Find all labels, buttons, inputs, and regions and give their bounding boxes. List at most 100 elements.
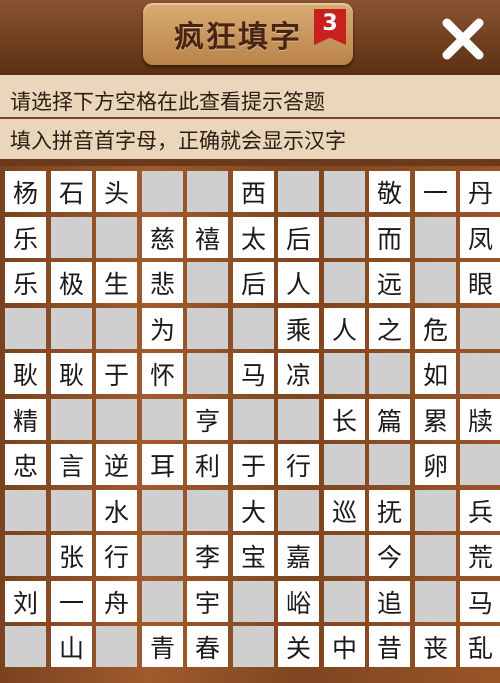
grid-cell-filled[interactable]: 敬	[369, 171, 410, 212]
grid-cell-filled[interactable]: 一	[415, 171, 456, 212]
grid-cell-filled[interactable]: 乐	[5, 217, 46, 258]
grid-cell-filled[interactable]: 杨	[5, 171, 46, 212]
grid-cell-filled[interactable]: 太	[233, 217, 274, 258]
grid-cell-blank[interactable]	[142, 399, 183, 440]
grid-cell-blank[interactable]	[51, 308, 92, 349]
grid-cell-blank[interactable]	[51, 399, 92, 440]
grid-cell-filled[interactable]: 危	[415, 308, 456, 349]
grid-cell-filled[interactable]: 乱	[460, 626, 500, 667]
grid-cell-filled[interactable]: 生	[96, 262, 137, 303]
grid-cell-filled[interactable]: 为	[142, 308, 183, 349]
grid-cell-filled[interactable]: 行	[96, 535, 137, 576]
grid-cell-blank[interactable]	[324, 353, 365, 394]
grid-cell-filled[interactable]: 昔	[369, 626, 410, 667]
grid-cell-blank[interactable]	[51, 217, 92, 258]
grid-cell-blank[interactable]	[5, 626, 46, 667]
grid-cell-blank[interactable]	[369, 444, 410, 485]
grid-cell-filled[interactable]: 春	[187, 626, 228, 667]
grid-cell-filled[interactable]: 青	[142, 626, 183, 667]
grid-cell-blank[interactable]	[324, 171, 365, 212]
grid-cell-filled[interactable]: 之	[369, 308, 410, 349]
grid-cell-blank[interactable]	[278, 399, 319, 440]
grid-cell-blank[interactable]	[5, 535, 46, 576]
grid-cell-blank[interactable]	[324, 262, 365, 303]
grid-cell-blank[interactable]	[278, 490, 319, 531]
grid-cell-blank[interactable]	[415, 217, 456, 258]
grid-cell-blank[interactable]	[369, 353, 410, 394]
grid-cell-filled[interactable]: 刘	[5, 581, 46, 622]
grid-cell-blank[interactable]	[51, 490, 92, 531]
grid-cell-filled[interactable]: 亨	[187, 399, 228, 440]
grid-cell-filled[interactable]: 宇	[187, 581, 228, 622]
grid-cell-blank[interactable]	[142, 490, 183, 531]
grid-cell-filled[interactable]: 兵	[460, 490, 500, 531]
close-button[interactable]	[438, 14, 488, 64]
grid-cell-filled[interactable]: 巡	[324, 490, 365, 531]
grid-cell-blank[interactable]	[142, 171, 183, 212]
grid-cell-filled[interactable]: 如	[415, 353, 456, 394]
grid-cell-filled[interactable]: 嘉	[278, 535, 319, 576]
grid-cell-filled[interactable]: 关	[278, 626, 319, 667]
grid-cell-filled[interactable]: 禧	[187, 217, 228, 258]
grid-cell-filled[interactable]: 马	[460, 581, 500, 622]
grid-cell-filled[interactable]: 人	[324, 308, 365, 349]
grid-cell-filled[interactable]: 耿	[51, 353, 92, 394]
grid-cell-blank[interactable]	[233, 399, 274, 440]
grid-cell-filled[interactable]: 丧	[415, 626, 456, 667]
grid-cell-blank[interactable]	[142, 535, 183, 576]
grid-cell-filled[interactable]: 悲	[142, 262, 183, 303]
grid-cell-blank[interactable]	[5, 490, 46, 531]
grid-cell-filled[interactable]: 于	[96, 353, 137, 394]
grid-cell-filled[interactable]: 后	[278, 217, 319, 258]
grid-cell-filled[interactable]: 于	[233, 444, 274, 485]
grid-cell-blank[interactable]	[460, 353, 500, 394]
grid-cell-blank[interactable]	[233, 308, 274, 349]
grid-cell-filled[interactable]: 大	[233, 490, 274, 531]
grid-cell-filled[interactable]: 言	[51, 444, 92, 485]
grid-cell-filled[interactable]: 今	[369, 535, 410, 576]
grid-cell-blank[interactable]	[324, 581, 365, 622]
grid-cell-blank[interactable]	[142, 581, 183, 622]
grid-cell-blank[interactable]	[415, 262, 456, 303]
grid-cell-filled[interactable]: 荒	[460, 535, 500, 576]
grid-cell-blank[interactable]	[187, 171, 228, 212]
grid-cell-blank[interactable]	[96, 308, 137, 349]
grid-cell-blank[interactable]	[187, 490, 228, 531]
grid-cell-blank[interactable]	[324, 535, 365, 576]
grid-cell-blank[interactable]	[187, 308, 228, 349]
grid-cell-filled[interactable]: 水	[96, 490, 137, 531]
grid-cell-filled[interactable]: 舟	[96, 581, 137, 622]
grid-cell-filled[interactable]: 头	[96, 171, 137, 212]
grid-cell-filled[interactable]: 卵	[415, 444, 456, 485]
grid-cell-filled[interactable]: 抚	[369, 490, 410, 531]
grid-cell-blank[interactable]	[187, 353, 228, 394]
grid-cell-filled[interactable]: 峪	[278, 581, 319, 622]
grid-cell-blank[interactable]	[233, 626, 274, 667]
grid-cell-filled[interactable]: 西	[233, 171, 274, 212]
grid-cell-filled[interactable]: 怀	[142, 353, 183, 394]
grid-cell-filled[interactable]: 丹	[460, 171, 500, 212]
grid-cell-filled[interactable]: 一	[51, 581, 92, 622]
grid-cell-filled[interactable]: 追	[369, 581, 410, 622]
grid-cell-blank[interactable]	[187, 262, 228, 303]
grid-cell-filled[interactable]: 篇	[369, 399, 410, 440]
close-icon[interactable]	[441, 17, 485, 61]
grid-cell-filled[interactable]: 利	[187, 444, 228, 485]
grid-cell-filled[interactable]: 马	[233, 353, 274, 394]
grid-cell-blank[interactable]	[324, 217, 365, 258]
grid-cell-filled[interactable]: 中	[324, 626, 365, 667]
grid-cell-filled[interactable]: 张	[51, 535, 92, 576]
grid-cell-blank[interactable]	[460, 308, 500, 349]
grid-cell-filled[interactable]: 长	[324, 399, 365, 440]
grid-cell-filled[interactable]: 精	[5, 399, 46, 440]
grid-cell-filled[interactable]: 远	[369, 262, 410, 303]
grid-cell-filled[interactable]: 宝	[233, 535, 274, 576]
grid-cell-blank[interactable]	[460, 444, 500, 485]
grid-cell-blank[interactable]	[278, 171, 319, 212]
grid-cell-filled[interactable]: 凉	[278, 353, 319, 394]
grid-cell-blank[interactable]	[415, 490, 456, 531]
grid-cell-filled[interactable]: 牍	[460, 399, 500, 440]
grid-cell-blank[interactable]	[96, 399, 137, 440]
grid-cell-filled[interactable]: 累	[415, 399, 456, 440]
grid-cell-filled[interactable]: 而	[369, 217, 410, 258]
